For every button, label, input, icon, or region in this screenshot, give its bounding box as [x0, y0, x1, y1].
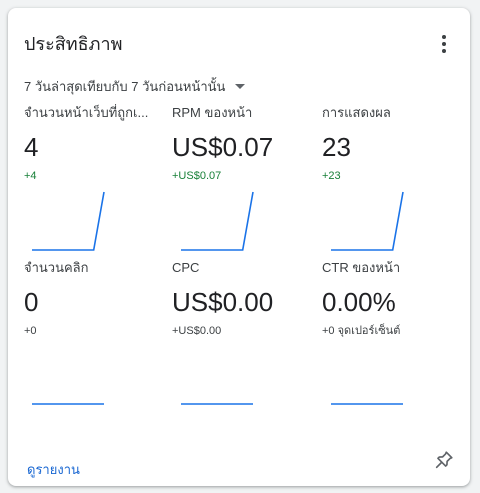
- sparkline: [32, 344, 108, 406]
- metric-pages-viewed[interactable]: จำนวนหน้าเว็บที่ถูกเ... 4 +4: [24, 104, 164, 184]
- caret-down-icon: [235, 83, 246, 89]
- metric-delta: +23: [322, 170, 341, 182]
- metric-page-rpm[interactable]: RPM ของหน้า US$0.07 +US$0.07: [172, 104, 312, 184]
- metric-delta: +US$0.07: [172, 170, 222, 182]
- metric-clicks[interactable]: จำนวนคลิก 0 +0: [24, 259, 164, 339]
- more-vert-icon-dot-2: [442, 42, 446, 46]
- performance-card: ประสิทธิภาพ 7 วันล่าสุดเทียบกับ 7 วันก่อ…: [8, 8, 470, 486]
- metric-label: จำนวนหน้าเว็บที่ถูกเ...: [24, 105, 149, 120]
- metric-delta: +0 จุดเปอร์เซ็นต์: [322, 325, 401, 337]
- sparkline-series: [32, 191, 105, 251]
- metric-value: 23: [322, 132, 351, 162]
- card-title: ประสิทธิภาพ: [24, 34, 123, 54]
- pin-button[interactable]: [433, 449, 455, 471]
- metric-label: RPM ของหน้า: [172, 105, 253, 120]
- more-vert-icon-dot-3: [442, 49, 446, 53]
- metric-cpc[interactable]: CPC US$0.00 +US$0.00: [172, 259, 312, 339]
- metric-label: CTR ของหน้า: [322, 260, 401, 275]
- metric-page-ctr[interactable]: CTR ของหน้า 0.00% +0 จุดเปอร์เซ็นต์: [322, 259, 462, 339]
- sparkline: [331, 190, 407, 252]
- metric-delta: +4: [24, 170, 37, 182]
- view-report-link[interactable]: ดูรายงาน: [27, 459, 80, 480]
- sparkline: [32, 190, 108, 252]
- sparkline: [181, 190, 257, 252]
- metric-label: CPC: [172, 260, 200, 275]
- metric-value: 0.00%: [322, 287, 396, 317]
- metric-label: การแสดงผล: [322, 105, 391, 120]
- sparkline: [181, 344, 257, 406]
- metric-value: 4: [24, 132, 39, 162]
- sparkline: [331, 344, 407, 406]
- metric-value: US$0.00: [172, 287, 274, 317]
- metric-value: 0: [24, 287, 39, 317]
- more-options-button[interactable]: [432, 30, 456, 58]
- metric-impressions[interactable]: การแสดงผล 23 +23: [322, 104, 462, 184]
- metric-label: จำนวนคลิก: [24, 260, 89, 275]
- more-vert-icon: [442, 35, 446, 39]
- date-range-label: 7 วันล่าสุดเทียบกับ 7 วันก่อนหน้านั้น: [24, 78, 226, 94]
- sparkline-series: [331, 191, 404, 251]
- metric-delta: +0: [24, 325, 37, 337]
- date-range-dropdown[interactable]: 7 วันล่าสุดเทียบกับ 7 วันก่อนหน้านั้น: [24, 76, 246, 96]
- sparkline-series: [181, 191, 254, 251]
- metric-value: US$0.07: [172, 132, 274, 162]
- metric-delta: +US$0.00: [172, 325, 222, 337]
- pin-icon: [435, 451, 453, 469]
